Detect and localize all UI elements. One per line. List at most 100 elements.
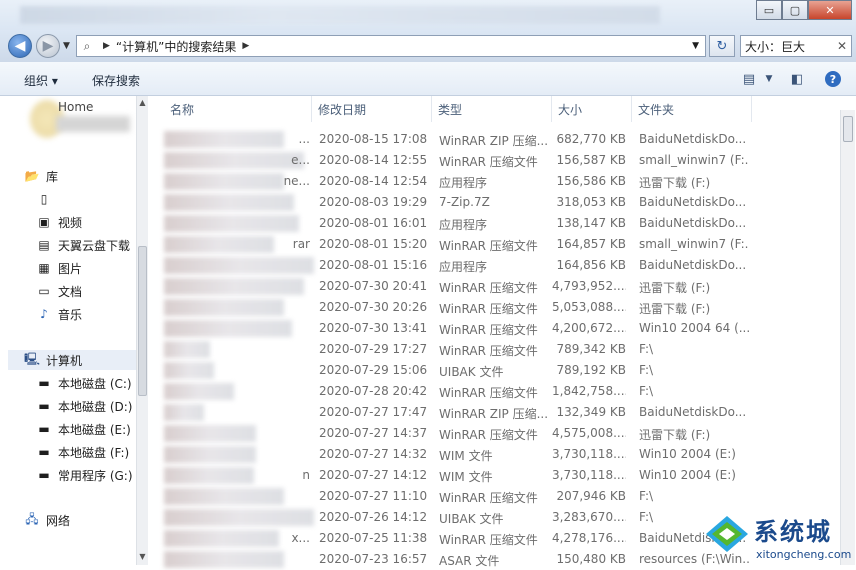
scroll-down-icon[interactable]: ▼ xyxy=(137,552,148,561)
file-date: 2020-07-30 20:41 xyxy=(319,279,428,293)
file-type: WinRAR ZIP 压缩... xyxy=(439,134,549,148)
file-folder: 迅雷下载 (F:) xyxy=(639,281,711,295)
preview-pane-button[interactable]: ◧ xyxy=(786,69,808,89)
minimize-button[interactable]: ▭ xyxy=(756,0,782,20)
file-row[interactable]: 2020-07-30 13:41 WinRAR 压缩文件 4,200,672....… xyxy=(148,318,838,339)
file-folder: 迅雷下载 (F:) xyxy=(639,428,711,442)
file-size: 4,200,672.... xyxy=(552,321,626,335)
sidebar-item-label: 计算机 xyxy=(46,353,83,368)
file-list-scroll-thumb[interactable] xyxy=(843,116,853,142)
file-row[interactable]: 2020-07-28 20:42 WinRAR 压缩文件 1,842,758....… xyxy=(148,381,838,402)
help-button[interactable]: ? xyxy=(822,69,844,89)
recent-pages-dropdown[interactable]: ▼ xyxy=(63,41,70,51)
column-header-name[interactable]: 名称 xyxy=(164,96,312,122)
sidebar-scroll-thumb[interactable] xyxy=(138,246,147,396)
column-header-type[interactable]: 类型 xyxy=(432,96,552,122)
address-dropdown-icon[interactable]: ▼ xyxy=(692,41,699,51)
chevron-right-icon[interactable]: ▶ xyxy=(242,41,249,51)
file-date: 2020-08-03 19:29 xyxy=(319,195,428,209)
sidebar-item-label: 本地磁盘 (F:) xyxy=(58,445,130,460)
blurred-user-name xyxy=(56,116,130,132)
network-icon: 🖧 xyxy=(25,511,39,526)
drive-icon: ▬ xyxy=(38,376,50,390)
file-type: WinRAR ZIP 压缩... xyxy=(439,407,549,421)
file-name-fragment: e... xyxy=(291,153,310,167)
file-date: 2020-08-14 12:55 xyxy=(319,153,428,167)
document-icon: ▯ xyxy=(40,192,48,206)
back-button[interactable]: ◀ xyxy=(8,34,32,58)
file-row[interactable]: 2020-07-29 17:27 WinRAR 压缩文件 789,342 KB F:\ xyxy=(148,339,838,360)
navigation-pane: Home 📂 库 ▯ ▣ 视频 ▤ 天翼云盘下载 ▦ 图片 ▭ 文档 ♪ 音乐 … xyxy=(0,96,148,565)
column-header-size[interactable]: 大小 xyxy=(552,96,632,122)
file-size: 789,192 KB xyxy=(556,363,626,377)
video-icon: ▣ xyxy=(38,215,50,229)
maximize-button[interactable]: ▢ xyxy=(782,0,808,20)
file-name-fragment: rar xyxy=(292,237,310,251)
organize-button[interactable]: 组织 ▾ xyxy=(24,72,58,89)
folder-download-icon: ▤ xyxy=(38,238,50,252)
close-button[interactable]: ✕ xyxy=(808,0,852,20)
file-row[interactable]: 2020-08-01 16:01 应用程序 138,147 KB BaiduNetdi… xyxy=(148,213,838,234)
file-folder: BaiduNetdiskDo... xyxy=(639,132,747,146)
scroll-up-icon[interactable]: ▲ xyxy=(137,98,148,107)
column-header-date[interactable]: 修改日期 xyxy=(312,96,432,122)
blurred-file-name xyxy=(164,446,256,463)
file-size: 4,278,176.... xyxy=(552,531,626,545)
file-row[interactable]: 2020-07-27 11:10 WinRAR 压缩文件 207,946 KB F:\ xyxy=(148,486,838,507)
view-options-button[interactable]: ▤ xyxy=(738,69,760,89)
file-row[interactable]: 2020-07-27 14:37 WinRAR 压缩文件 4,575,008....… xyxy=(148,423,838,444)
view-dropdown-icon[interactable]: ▼ xyxy=(758,69,780,89)
file-row[interactable]: e... 2020-08-14 12:55 WinRAR 压缩文件 156,587 K… xyxy=(148,150,838,171)
preview-pane-icon: ◧ xyxy=(790,71,804,87)
sidebar-item-label: 天翼云盘下载 xyxy=(58,238,131,253)
search-input[interactable]: 大小：巨大 ✕ xyxy=(740,35,852,57)
sidebar-scrollbar[interactable]: ▲ ▼ xyxy=(136,96,148,565)
file-row[interactable]: ... 2020-08-15 17:08 WinRAR ZIP 压缩... 682,7… xyxy=(148,129,838,150)
file-folder: Win10 2004 64 (... xyxy=(639,321,749,335)
file-type: WinRAR 压缩文件 xyxy=(439,239,538,253)
file-folder: Win10 2004 (E:) xyxy=(639,468,736,482)
file-list-scrollbar[interactable] xyxy=(840,110,855,565)
blurred-file-name xyxy=(164,194,294,211)
file-size: 4,793,952.... xyxy=(552,279,626,293)
watermark: 系统城 xitongcheng.com xyxy=(700,508,856,565)
file-size: 5,053,088.... xyxy=(552,300,626,314)
file-row[interactable]: n 2020-07-27 14:12 WIM 文件 3,730,118.... Win1… xyxy=(148,465,838,486)
blurred-file-name xyxy=(164,509,314,526)
file-size: 132,349 KB xyxy=(556,405,626,419)
file-size: 156,586 KB xyxy=(556,174,626,188)
file-type: UIBAK 文件 xyxy=(439,512,504,526)
refresh-button[interactable]: ↻ xyxy=(709,35,735,57)
file-row[interactable]: ne... 2020-08-14 12:54 应用程序 156,586 KB 迅雷下载 … xyxy=(148,171,838,192)
file-folder: small_winwin7 (F:... xyxy=(639,153,749,167)
file-date: 2020-08-15 17:08 xyxy=(319,132,428,146)
clear-search-icon[interactable]: ✕ xyxy=(833,39,851,53)
file-row[interactable]: 2020-08-03 19:29 7-Zip.7Z 318,053 KB BaiduN… xyxy=(148,192,838,213)
file-folder: BaiduNetdiskDo... xyxy=(639,216,747,230)
chevron-right-icon[interactable]: ▶ xyxy=(103,41,110,51)
arrow-right-icon: ▶ xyxy=(42,38,54,54)
search-query[interactable]: 大小：巨大 xyxy=(745,38,833,55)
home-label[interactable]: Home xyxy=(58,100,93,114)
address-path[interactable]: “计算机”中的搜索结果 xyxy=(116,38,236,55)
file-row[interactable]: 2020-07-30 20:26 WinRAR 压缩文件 5,053,088....… xyxy=(148,297,838,318)
file-row[interactable]: 2020-07-29 15:06 UIBAK 文件 789,192 KB F:\ xyxy=(148,360,838,381)
file-row[interactable]: 2020-07-27 17:47 WinRAR ZIP 压缩... 132,349 … xyxy=(148,402,838,423)
column-header-folder[interactable]: 文件夹 xyxy=(632,96,752,122)
forward-button[interactable]: ▶ xyxy=(36,34,60,58)
file-type: 应用程序 xyxy=(439,260,488,274)
file-row[interactable]: 2020-08-01 15:16 应用程序 164,856 KB BaiduNetdi… xyxy=(148,255,838,276)
file-folder: F:\ xyxy=(639,342,654,356)
blurred-file-name xyxy=(164,278,304,295)
file-row[interactable]: rar 2020-08-01 15:20 WinRAR 压缩文件 164,857 KB… xyxy=(148,234,838,255)
save-search-button[interactable]: 保存搜索 xyxy=(92,72,140,89)
file-folder: small_winwin7 (F:... xyxy=(639,237,749,251)
file-date: 2020-07-29 17:27 xyxy=(319,342,428,356)
library-icon: 📂 xyxy=(24,169,40,183)
sidebar-item-computer[interactable]: 🖳 计算机 xyxy=(8,350,136,370)
file-type: WinRAR 压缩文件 xyxy=(439,428,538,442)
file-row[interactable]: 2020-07-27 14:32 WIM 文件 3,730,118.... Win10… xyxy=(148,444,838,465)
address-bar[interactable]: ⌕ ▶ “计算机”中的搜索结果 ▶ ▼ xyxy=(76,35,706,57)
file-row[interactable]: 2020-07-30 20:41 WinRAR 压缩文件 4,793,952....… xyxy=(148,276,838,297)
file-date: 2020-07-27 14:32 xyxy=(319,447,428,461)
